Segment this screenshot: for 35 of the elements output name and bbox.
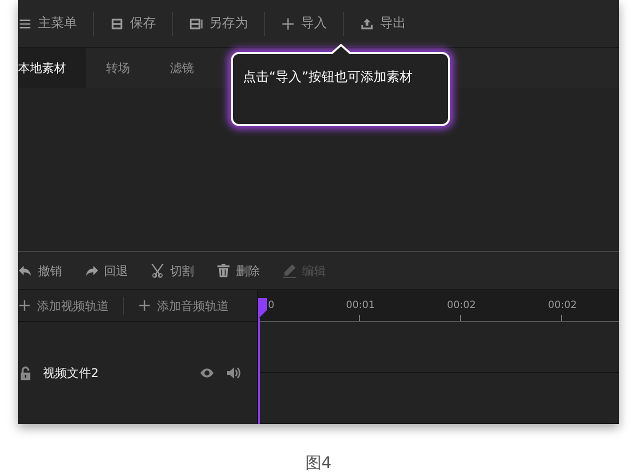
tooltip: 点击“导入”按钮也可添加素材 [231, 52, 450, 126]
toolbar-button[interactable]: 主菜单 [18, 12, 94, 36]
save-icon [110, 16, 124, 30]
plus-icon [138, 299, 151, 312]
edit-toolbar-button[interactable]: 删除 [216, 262, 260, 280]
toolbar-button[interactable]: 导出 [344, 12, 422, 36]
upload-icon [360, 16, 374, 30]
edit-toolbar-button[interactable]: 切割 [150, 262, 194, 280]
time-label: 00:02 [548, 299, 577, 313]
edit-toolbar-button[interactable]: 回退 [84, 262, 128, 280]
plus-icon [18, 299, 31, 312]
save-as-icon [189, 16, 203, 30]
edit-toolbar-button[interactable]: 撤销 [18, 262, 62, 280]
track-name: 视频文件2 [43, 365, 100, 382]
tab[interactable]: 转场 [86, 48, 150, 88]
time-label: 00:02 [447, 299, 476, 313]
scissors-icon [150, 263, 165, 278]
redo-icon [84, 263, 99, 278]
menu-icon [18, 16, 32, 30]
toolbar-button[interactable]: 另存为 [173, 12, 265, 36]
pencil-icon [282, 263, 297, 278]
playhead-handle[interactable] [258, 298, 267, 318]
time-ruler[interactable]: 0 00:01 00:02 00:02 [258, 290, 619, 322]
trash-icon [216, 263, 231, 278]
undo-icon [18, 263, 33, 278]
tab[interactable]: 本地素材 [18, 48, 86, 88]
tab[interactable]: 滤镜 [150, 48, 214, 88]
plus-icon [281, 16, 295, 30]
time-label: 0 [268, 299, 274, 313]
add-track-button[interactable]: 添加音频轨道 [123, 296, 243, 314]
toolbar-button[interactable]: 保存 [94, 12, 173, 36]
toolbar-button[interactable]: 导入 [265, 12, 344, 36]
time-label: 00:01 [346, 299, 375, 313]
figure-caption: 图4 [304, 452, 333, 472]
add-track-button[interactable]: 添加视频轨道 [18, 296, 123, 314]
